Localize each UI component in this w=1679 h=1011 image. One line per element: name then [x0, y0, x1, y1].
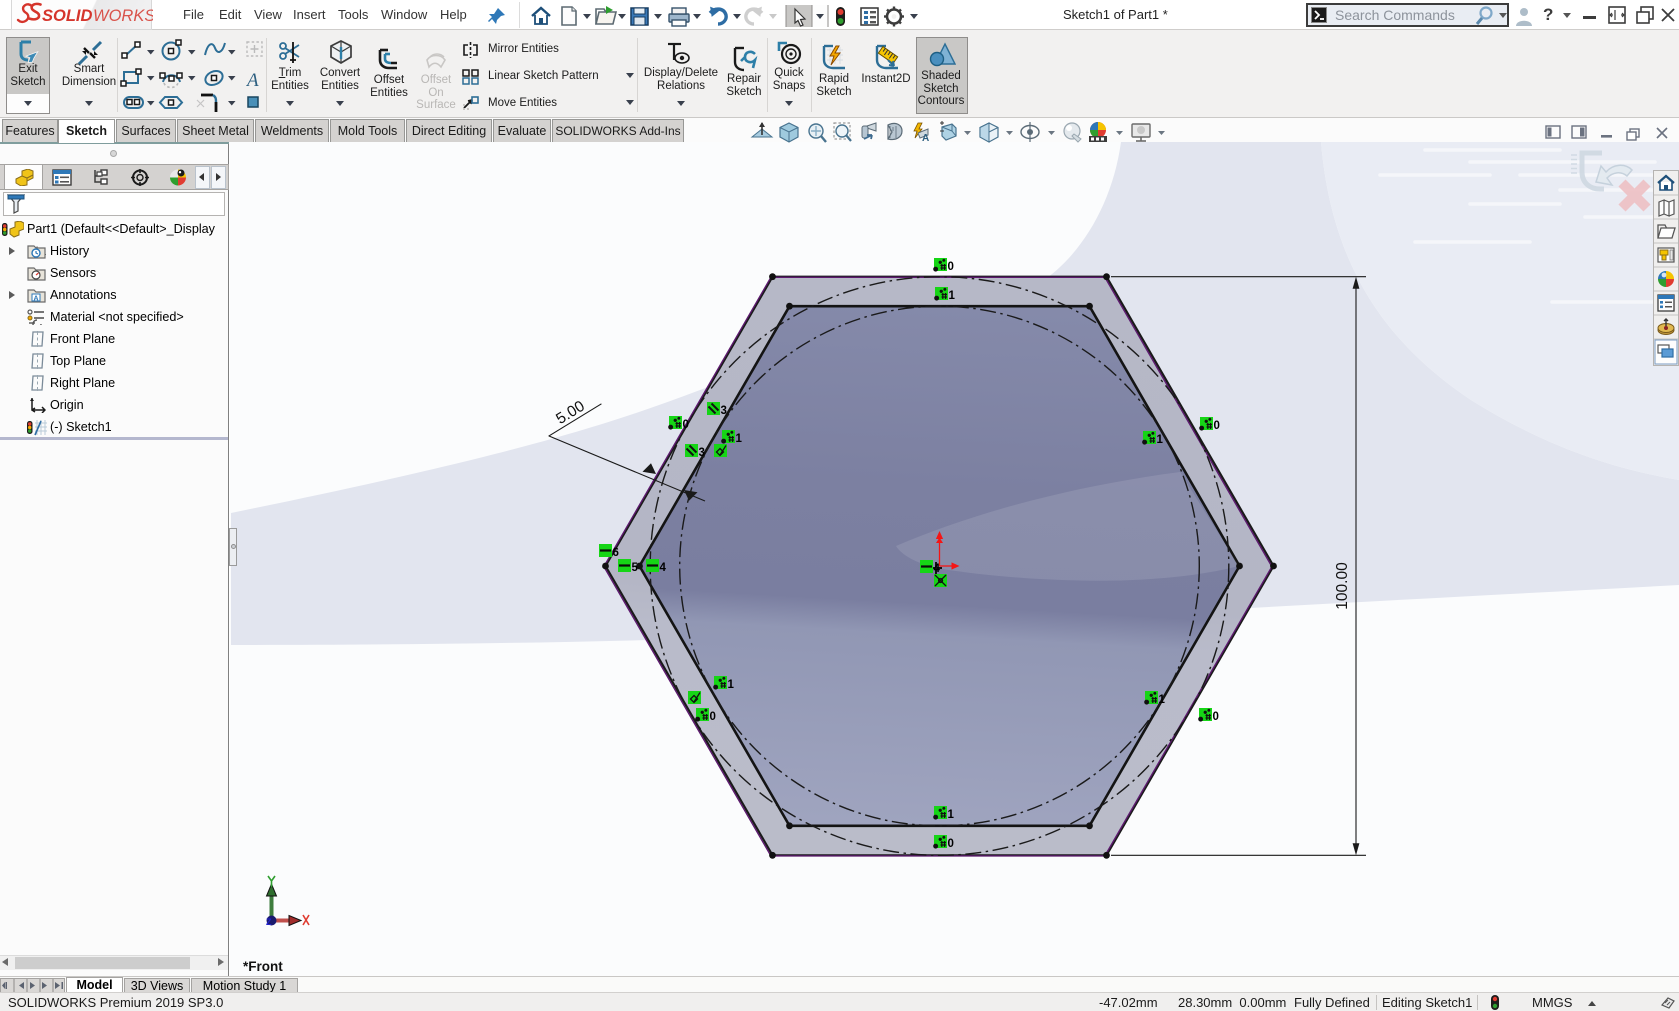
svg-text:0: 0 [683, 419, 689, 431]
svg-text:5: 5 [632, 562, 639, 574]
svg-text:1: 1 [728, 679, 735, 691]
svg-text:0: 0 [1213, 711, 1219, 723]
svg-text:3: 3 [699, 447, 705, 459]
svg-text:A: A [34, 296, 39, 303]
svg-text:WORKS: WORKS [93, 7, 153, 25]
svg-text:A: A [245, 70, 259, 91]
svg-text:4: 4 [660, 562, 667, 574]
svg-text:0: 0 [1214, 420, 1220, 432]
svg-text:1: 1 [949, 290, 956, 302]
svg-text:3: 3 [721, 405, 727, 417]
svg-text:A: A [922, 133, 929, 144]
svg-text:1: 1 [948, 809, 955, 821]
svg-text:6: 6 [613, 547, 619, 559]
svg-text:4: 4 [934, 563, 941, 575]
svg-text:1: 1 [1159, 694, 1166, 706]
svg-text:0: 0 [948, 261, 954, 273]
svg-text:SOLID: SOLID [42, 7, 93, 25]
svg-text:0: 0 [710, 711, 716, 723]
svg-text:0: 0 [948, 838, 954, 850]
svg-text:1: 1 [736, 433, 743, 445]
svg-text:1: 1 [1157, 434, 1164, 446]
